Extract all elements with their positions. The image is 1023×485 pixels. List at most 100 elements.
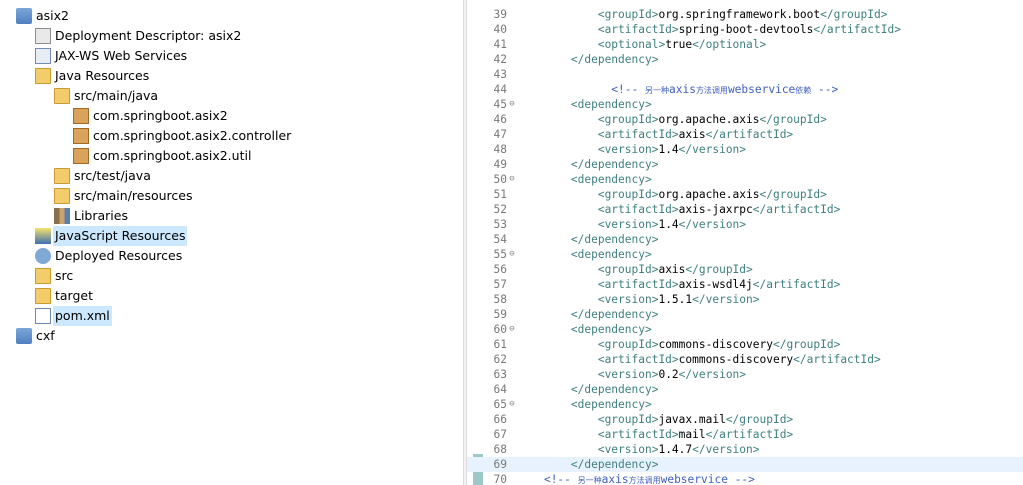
code-text: <dependency>: [570, 248, 652, 261]
chevron-right-icon[interactable]: [23, 226, 35, 246]
code-line[interactable]: 56 <groupId>axis</groupId>: [467, 262, 1023, 277]
fold-toggle-icon[interactable]: ⊖: [507, 397, 517, 412]
tree-item[interactable]: Libraries: [0, 206, 463, 226]
code-text: <artifactId>commons-discovery</artifactI…: [597, 353, 881, 366]
code-text: <version>1.5.1</version>: [597, 293, 760, 306]
chevron-down-icon[interactable]: [42, 86, 54, 106]
line-number: 58: [493, 293, 507, 306]
source-folder-icon: [54, 88, 70, 104]
chevron-right-icon[interactable]: [23, 246, 35, 266]
tree-item[interactable]: target: [0, 286, 463, 306]
tree-item[interactable]: Deployment Descriptor: asix2: [0, 26, 463, 46]
code-text: <artifactId>axis-jaxrpc</artifactId>: [597, 203, 841, 216]
chevron-right-icon[interactable]: [23, 286, 35, 306]
tree-item-label: pom.xml: [53, 306, 112, 326]
code-line[interactable]: 48 <version>1.4</version>: [467, 142, 1023, 157]
code-line[interactable]: 66 <groupId>javax.mail</groupId>: [467, 412, 1023, 427]
tree-item-label: asix2: [36, 8, 69, 23]
tree-item[interactable]: com.springboot.asix2: [0, 106, 463, 126]
code-line[interactable]: 55 ⊖ <dependency>: [467, 247, 1023, 262]
code-line[interactable]: 40 <artifactId>spring-boot-devtools</art…: [467, 22, 1023, 37]
tree-item[interactable]: src/main/resources: [0, 186, 463, 206]
source-folder-icon: [54, 188, 70, 204]
chevron-right-icon[interactable]: [23, 26, 35, 46]
line-number: 70: [493, 473, 507, 485]
code-text: <groupId>org.apache.axis</groupId>: [597, 188, 827, 201]
chevron-right-icon[interactable]: [61, 126, 73, 146]
code-line[interactable]: 42 </dependency>: [467, 52, 1023, 67]
chevron-down-icon[interactable]: [23, 66, 35, 86]
code-line[interactable]: 45 ⊖ <dependency>: [467, 97, 1023, 112]
xml-editor[interactable]: 39 <groupId>org.springframework.boot</gr…: [467, 0, 1023, 485]
tree-item-label: cxf: [36, 328, 55, 343]
code-line[interactable]: 65 ⊖ <dependency>: [467, 397, 1023, 412]
code-line[interactable]: 70 <!-- 另一种axis方法调用webservice -->: [467, 472, 1023, 485]
code-line[interactable]: 59 </dependency>: [467, 307, 1023, 322]
code-line[interactable]: 49 </dependency>: [467, 157, 1023, 172]
tree-item[interactable]: JavaScript Resources: [0, 226, 463, 246]
chevron-right-icon[interactable]: [61, 146, 73, 166]
code-line[interactable]: 51 <groupId>org.apache.axis</groupId>: [467, 187, 1023, 202]
tree-item[interactable]: Deployed Resources: [0, 246, 463, 266]
chevron-right-icon[interactable]: [23, 46, 35, 66]
fold-toggle-icon[interactable]: ⊖: [507, 97, 517, 112]
tree-item[interactable]: JAX-WS Web Services: [0, 46, 463, 66]
line-number: 46: [493, 113, 507, 126]
chevron-right-icon[interactable]: [42, 206, 54, 226]
tree-item[interactable]: src: [0, 266, 463, 286]
code-line[interactable]: 53 <version>1.4</version>: [467, 217, 1023, 232]
code-line[interactable]: 52 <artifactId>axis-jaxrpc</artifactId>: [467, 202, 1023, 217]
tree-item-label: Deployment Descriptor: asix2: [55, 28, 242, 43]
code-line[interactable]: 68 <version>1.4.7</version>: [467, 442, 1023, 457]
deployment-descriptor-icon: [35, 28, 51, 44]
code-line[interactable]: 57 <artifactId>axis-wsdl4j</artifactId>: [467, 277, 1023, 292]
code-line[interactable]: 54 </dependency>: [467, 232, 1023, 247]
fold-toggle-icon[interactable]: ⊖: [507, 172, 517, 187]
line-number: 43: [493, 68, 507, 81]
code-line[interactable]: 58 <version>1.5.1</version>: [467, 292, 1023, 307]
line-number: 44: [493, 83, 507, 96]
code-line[interactable]: 43: [467, 67, 1023, 82]
tree-item[interactable]: src/main/java: [0, 86, 463, 106]
fold-toggle-icon[interactable]: ⊖: [507, 247, 517, 262]
line-number: 42: [493, 53, 507, 66]
code-line[interactable]: 60 ⊖ <dependency>: [467, 322, 1023, 337]
fold-toggle-icon[interactable]: ⊖: [507, 322, 517, 337]
tree-item-label: target: [55, 288, 94, 303]
folder-icon: [35, 288, 51, 304]
maven-project-icon: [16, 8, 32, 24]
tree-item[interactable]: com.springboot.asix2.controller: [0, 126, 463, 146]
line-number: 64: [493, 383, 507, 396]
tree-item[interactable]: com.springboot.asix2.util: [0, 146, 463, 166]
code-line[interactable]: 63 <version>0.2</version>: [467, 367, 1023, 382]
code-line[interactable]: 61 <groupId>commons-discovery</groupId>: [467, 337, 1023, 352]
tree-item[interactable]: pom.xml: [0, 306, 463, 326]
code-line[interactable]: 41 <optional>true</optional>: [467, 37, 1023, 52]
code-text: </dependency>: [570, 53, 659, 66]
code-line[interactable]: 69 </dependency>: [467, 457, 1023, 472]
code-text: <dependency>: [570, 398, 652, 411]
chevron-right-icon[interactable]: [61, 106, 73, 126]
code-text: <!-- 另一种axis方法调用webservice -->: [543, 473, 755, 485]
code-line[interactable]: 62 <artifactId>commons-discovery</artifa…: [467, 352, 1023, 367]
code-line[interactable]: 47 <artifactId>axis</artifactId>: [467, 127, 1023, 142]
chevron-down-icon[interactable]: [4, 6, 16, 26]
tree-item[interactable]: Java Resources: [0, 66, 463, 86]
code-text: <groupId>org.springframework.boot</group…: [597, 8, 888, 21]
chevron-right-icon[interactable]: [42, 186, 54, 206]
code-line[interactable]: 50 ⊖ <dependency>: [467, 172, 1023, 187]
tree-item[interactable]: asix2: [0, 6, 463, 26]
chevron-right-icon[interactable]: [23, 266, 35, 286]
chevron-right-icon[interactable]: [42, 166, 54, 186]
tree-item-label: JAX-WS Web Services: [55, 48, 188, 63]
code-line[interactable]: 46 <groupId>org.apache.axis</groupId>: [467, 112, 1023, 127]
code-text: <groupId>javax.mail</groupId>: [597, 413, 794, 426]
code-line[interactable]: 39 <groupId>org.springframework.boot</gr…: [467, 7, 1023, 22]
code-line[interactable]: 64 </dependency>: [467, 382, 1023, 397]
line-number: 39: [493, 8, 507, 21]
tree-item[interactable]: cxf: [0, 326, 463, 346]
code-line[interactable]: 44 <!-- 另一种axis方法调用webservice依赖 -->: [467, 82, 1023, 97]
tree-item[interactable]: src/test/java: [0, 166, 463, 186]
chevron-right-icon[interactable]: [4, 326, 16, 346]
code-line[interactable]: 67 <artifactId>mail</artifactId>: [467, 427, 1023, 442]
